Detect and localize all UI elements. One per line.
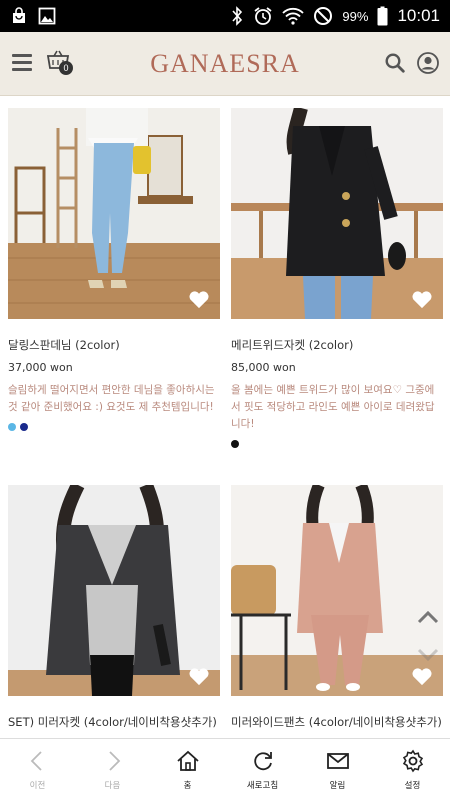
product-image (231, 485, 443, 696)
nav-settings-button[interactable]: 설정 (375, 739, 450, 800)
bluetooth-icon (232, 6, 243, 26)
shopping-bag-icon (13, 7, 25, 23)
color-swatch (8, 423, 16, 431)
product-name[interactable]: 미러와이드팬츠 (4color/네이비착용샷추가) (231, 714, 443, 730)
heart-icon[interactable] (188, 666, 210, 686)
scroll-top-icon[interactable] (417, 610, 439, 624)
nav-label: 홈 (183, 781, 192, 791)
nav-notifications-button[interactable]: 알림 (300, 739, 375, 800)
product-image (8, 485, 220, 696)
product-card[interactable]: 메리트위드자켓 (2color) 85,000 won 올 봄에는 예쁜 트위드… (231, 108, 443, 448)
heart-icon[interactable] (411, 666, 433, 686)
product-photo[interactable] (8, 485, 220, 696)
nav-label: 이전 (29, 781, 46, 791)
nav-home-button[interactable]: 홈 (150, 739, 225, 800)
color-swatches (231, 440, 443, 448)
status-bar: 99% 10:01 (0, 0, 450, 32)
product-card[interactable]: 미러와이드팬츠 (4color/네이비착용샷추가) (231, 485, 443, 730)
product-photo[interactable] (8, 108, 220, 319)
nav-forward-button[interactable]: 다음 (75, 739, 150, 800)
product-name[interactable]: 달링스판데님 (2color) (8, 337, 220, 353)
nav-back-button[interactable]: 이전 (0, 739, 75, 800)
product-name[interactable]: 메리트위드자켓 (2color) (231, 337, 443, 353)
battery-percent: 99% (342, 8, 369, 24)
app-header: 0 GANAESRA (0, 32, 450, 96)
nav-label: 새로고침 (246, 781, 279, 791)
settings-gear-icon (402, 749, 423, 773)
product-price: 37,000 won (8, 361, 73, 374)
color-swatch (20, 423, 28, 431)
wifi-icon (282, 7, 305, 25)
product-description: 올 봄에는 예쁜 트위드가 많이 보여요♡ 그중에서 핏도 적당하고 라인도 예… (231, 384, 435, 430)
clock: 10:01 (397, 6, 440, 25)
home-icon (176, 750, 199, 771)
nav-label: 알림 (329, 781, 346, 791)
search-icon (385, 53, 405, 73)
forward-arrow-icon (108, 751, 120, 771)
product-photo[interactable] (231, 108, 443, 319)
user-icon (417, 52, 439, 74)
battery-icon (377, 6, 388, 26)
nav-label: 설정 (404, 781, 421, 791)
product-photo[interactable] (231, 485, 443, 696)
product-name[interactable]: SET) 미러자켓 (4color/네이비착용샷추가) (8, 714, 220, 730)
product-card[interactable]: SET) 미러자켓 (4color/네이비착용샷추가) (8, 485, 220, 730)
do-not-disturb-icon (314, 7, 333, 25)
product-image (8, 108, 220, 319)
product-description: 슬림하게 떨어지면서 편안한 데님을 좋아하시는 것 같아 준비했어요 :) 요… (8, 384, 215, 413)
heart-icon[interactable] (411, 289, 433, 309)
scroll-bottom-icon[interactable] (417, 648, 439, 662)
back-arrow-icon (30, 751, 42, 771)
mail-icon (326, 753, 349, 769)
heart-icon[interactable] (188, 289, 210, 309)
refresh-icon (253, 752, 272, 771)
bottom-navigation: 이전 다음 홈 새로고침 알림 설정 (0, 738, 450, 800)
product-price: 85,000 won (231, 361, 296, 374)
color-swatch (231, 440, 239, 448)
color-swatches (8, 423, 220, 431)
brand-logo[interactable]: GANAESRA (0, 49, 450, 79)
nav-refresh-button[interactable]: 새로고침 (225, 739, 300, 800)
account-button[interactable] (416, 51, 440, 75)
product-image (231, 108, 443, 319)
search-button[interactable] (384, 52, 406, 74)
nav-label: 다음 (104, 781, 121, 791)
alarm-icon (254, 7, 272, 25)
product-card[interactable]: 달링스판데님 (2color) 37,000 won 슬림하게 떨어지면서 편안… (8, 108, 220, 431)
gallery-icon (38, 7, 56, 25)
